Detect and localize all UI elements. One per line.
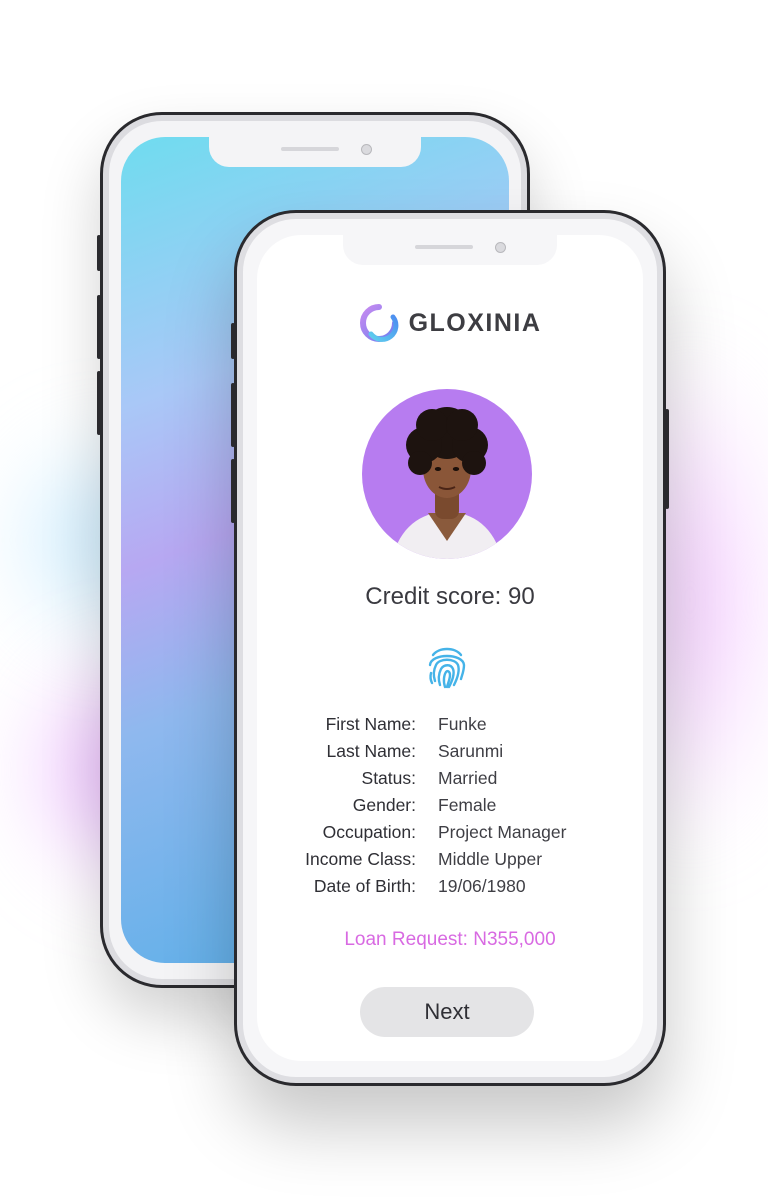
avatar (362, 389, 532, 559)
camera-icon (495, 242, 506, 253)
detail-row-last-name: Last Name: Sarunmi (257, 738, 643, 765)
fingerprint-icon[interactable] (421, 641, 473, 693)
camera-icon (361, 144, 372, 155)
brand-name: GLOXINIA (408, 308, 542, 337)
next-button[interactable]: Next (360, 987, 534, 1037)
detail-value: Funke (438, 714, 487, 734)
app-screen: GLOXINIA Credit score: 90 First Name: Fu… (257, 235, 643, 1061)
detail-value: 19/06/1980 (438, 876, 526, 896)
detail-label: Gender: (352, 795, 416, 815)
phone-notch (343, 235, 557, 265)
phone-side-button (97, 235, 101, 271)
speaker-grille (281, 147, 339, 151)
phone-power-button (665, 409, 669, 509)
phone-side-button (97, 371, 101, 435)
detail-label: Status: (361, 768, 416, 788)
credit-score: Credit score: 90 (365, 583, 535, 610)
detail-row-income-class: Income Class: Middle Upper (257, 846, 643, 873)
profile-photo (392, 407, 502, 559)
phone-notch (209, 137, 421, 167)
front-phone-frame: GLOXINIA Credit score: 90 First Name: Fu… (231, 210, 669, 1086)
phone-side-button (231, 383, 235, 447)
phone-side-button (231, 323, 235, 359)
detail-row-occupation: Occupation: Project Manager (257, 819, 643, 846)
detail-label: Date of Birth: (313, 876, 416, 896)
detail-value: Project Manager (438, 822, 567, 842)
gloxinia-swirl-icon (359, 304, 398, 342)
customer-details: First Name: Funke Last Name: Sarunmi Sta… (257, 711, 643, 900)
detail-label: Last Name: (326, 741, 416, 761)
detail-value: Sarunmi (438, 741, 504, 761)
detail-label: Occupation: (322, 822, 416, 842)
detail-value: Middle Upper (438, 849, 543, 869)
detail-value: Female (438, 795, 497, 815)
loan-request: Loan Request: N355,000 (344, 929, 556, 950)
brand-logo: GLOXINIA (257, 303, 643, 343)
phone-side-button (231, 459, 235, 523)
detail-row-date-of-birth: Date of Birth: 19/06/1980 (257, 873, 643, 900)
detail-row-status: Status: Married (257, 765, 643, 792)
detail-row-first-name: First Name: Funke (257, 711, 643, 738)
detail-value: Married (438, 768, 498, 788)
phone-side-button (97, 295, 101, 359)
detail-label: Income Class: (305, 849, 416, 869)
detail-label: First Name: (325, 714, 416, 734)
speaker-grille (415, 245, 473, 249)
detail-row-gender: Gender: Female (257, 792, 643, 819)
